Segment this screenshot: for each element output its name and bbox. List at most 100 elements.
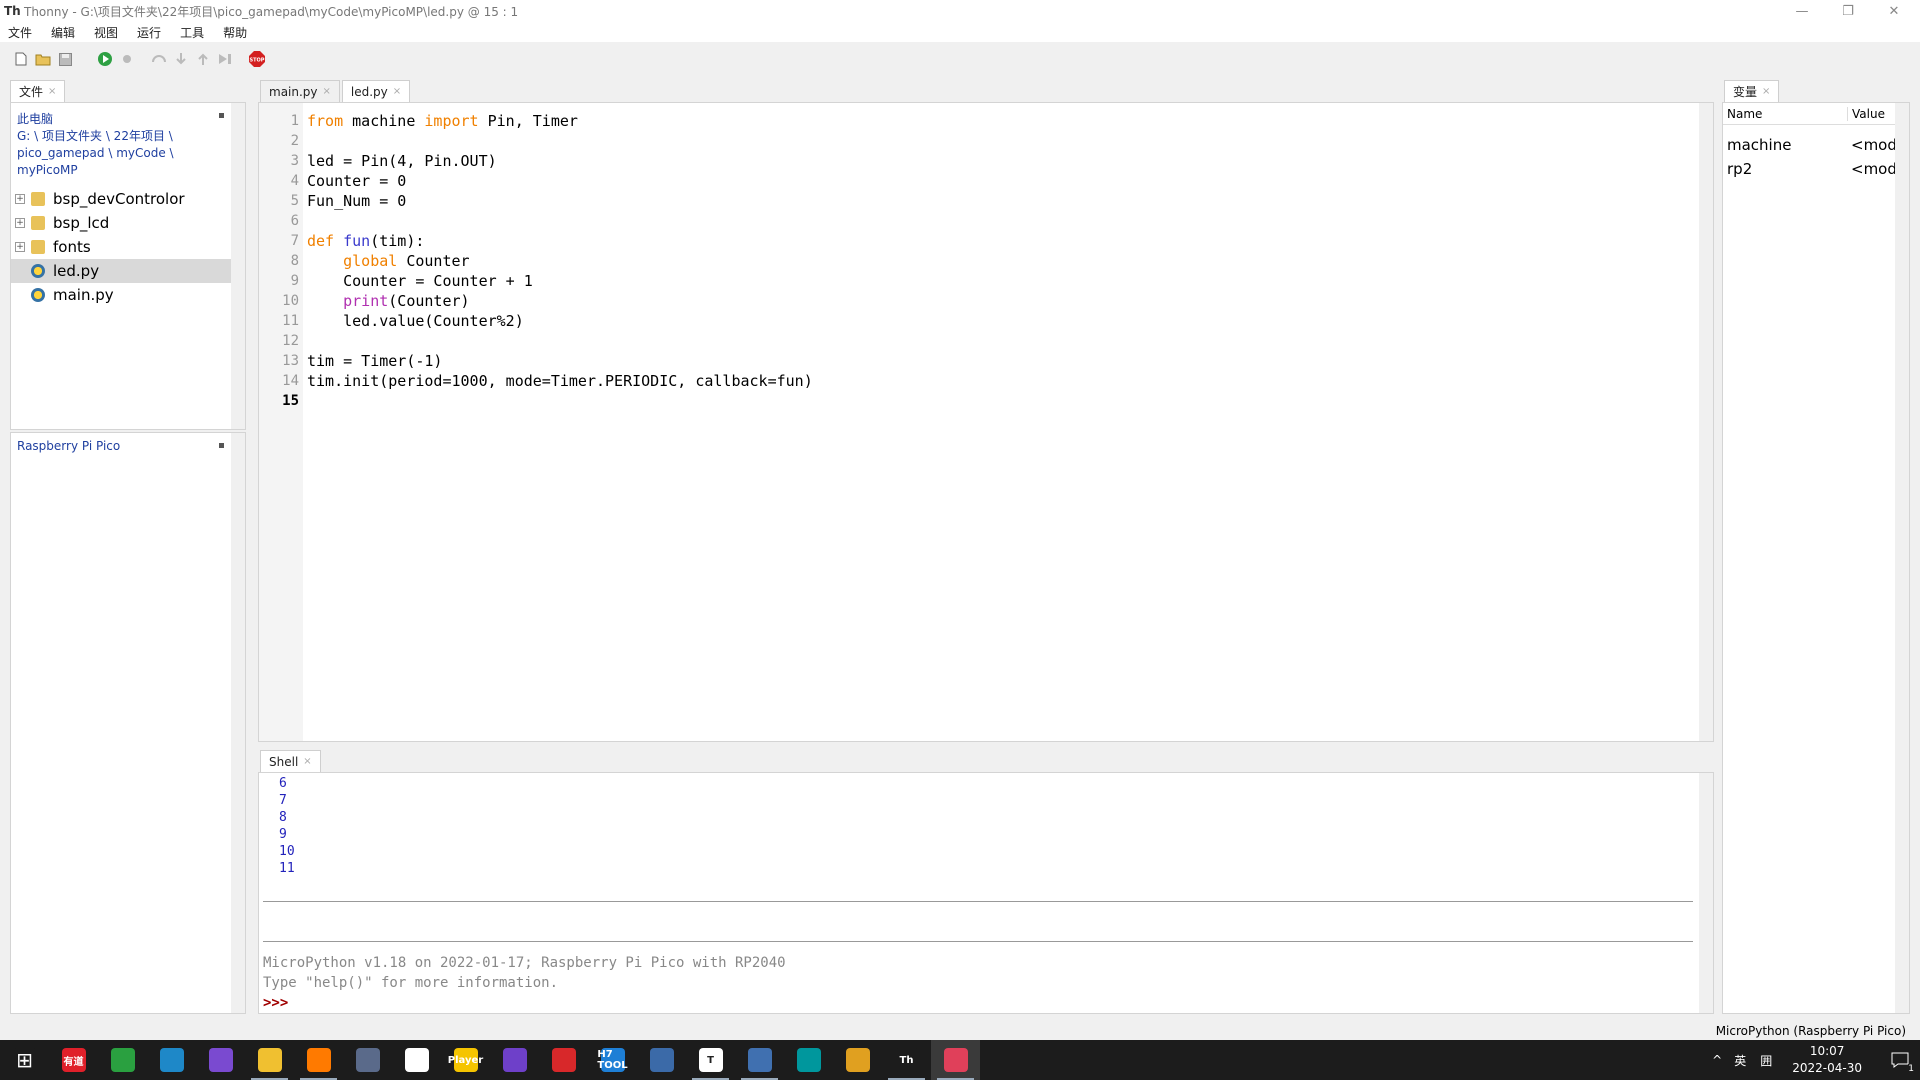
tab-shell[interactable]: Shell × [260, 750, 321, 772]
h7tool-icon[interactable]: H7 TOOL [588, 1040, 637, 1080]
tray-chevron-icon[interactable]: ^ [1712, 1053, 1722, 1067]
code-line[interactable] [307, 331, 813, 351]
files-scrollbar[interactable] [231, 103, 245, 429]
restore-button[interactable]: ❐ [1828, 0, 1868, 22]
shell-prompt[interactable]: >>> [263, 993, 786, 1013]
tree-item-folder[interactable]: + fonts [11, 235, 231, 259]
arduino-icon[interactable] [784, 1040, 833, 1080]
code-line[interactable]: tim.init(period=1000, mode=Timer.PERIODI… [307, 371, 813, 391]
panel-menu-icon[interactable] [219, 113, 224, 118]
code-line[interactable]: led = Pin(4, Pin.OUT) [307, 151, 813, 171]
expand-icon[interactable]: + [15, 194, 25, 204]
close-icon[interactable]: × [323, 86, 331, 97]
tab-variables[interactable]: 变量 × [1724, 80, 1780, 102]
tab-led-py[interactable]: led.py × [341, 80, 411, 102]
stop-icon[interactable]: STOP [248, 50, 266, 68]
line-number: 11 [282, 313, 299, 329]
code-line[interactable]: from machine import Pin, Timer [307, 111, 813, 131]
github-icon[interactable] [490, 1040, 539, 1080]
thonny-icon[interactable]: Th [882, 1040, 931, 1080]
menu-help[interactable]: 帮助 [223, 24, 247, 41]
editor-scrollbar[interactable] [1699, 103, 1713, 741]
device-label[interactable]: Raspberry Pi Pico [17, 439, 120, 453]
edge-icon[interactable] [147, 1040, 196, 1080]
code-line[interactable] [307, 131, 813, 151]
code-line[interactable] [307, 391, 813, 411]
close-icon[interactable]: × [393, 86, 401, 97]
step-out-icon[interactable] [194, 50, 212, 68]
step-into-icon[interactable] [172, 50, 190, 68]
close-icon[interactable]: × [48, 86, 56, 97]
path-line[interactable]: pico_gamepad \ myCode \ [17, 145, 174, 162]
expand-icon[interactable]: + [15, 242, 25, 252]
code-line[interactable]: Fun_Num = 0 [307, 191, 813, 211]
code-line[interactable]: print(Counter) [307, 291, 813, 311]
variables-scrollbar[interactable] [1895, 103, 1909, 1013]
chrome-icon[interactable] [833, 1040, 882, 1080]
location-label[interactable]: 此电脑 [17, 111, 174, 128]
code-line[interactable]: Counter = 0 [307, 171, 813, 191]
menu-tools[interactable]: 工具 [180, 24, 204, 41]
code-line[interactable]: tim = Timer(-1) [307, 351, 813, 371]
close-icon[interactable]: × [1762, 86, 1770, 97]
expand-icon[interactable]: + [15, 218, 25, 228]
purple-app-icon[interactable] [196, 1040, 245, 1080]
file-explorer-icon[interactable] [245, 1040, 294, 1080]
device-scrollbar[interactable] [231, 433, 245, 1013]
debug-icon[interactable] [118, 50, 136, 68]
var-name[interactable]: rp2 [1727, 157, 1791, 181]
ime-indicator[interactable]: 英 [1734, 1052, 1746, 1069]
serial-tool-icon[interactable] [637, 1040, 686, 1080]
panel-menu-icon[interactable] [219, 443, 224, 448]
col-name[interactable]: Name [1727, 107, 1762, 121]
open-folder-icon[interactable] [34, 50, 52, 68]
file-path-breadcrumb[interactable]: 此电脑 G: \ 项目文件夹 \ 22年项目 \ pico_gamepad \ … [17, 111, 174, 179]
search-app-icon[interactable] [294, 1040, 343, 1080]
code-line[interactable]: led.value(Counter%2) [307, 311, 813, 331]
col-value[interactable]: Value [1847, 107, 1885, 121]
baidu-netdisk-icon[interactable] [392, 1040, 441, 1080]
close-button[interactable]: ✕ [1874, 0, 1914, 22]
calculator-icon[interactable] [343, 1040, 392, 1080]
tab-files[interactable]: 文件 × [10, 80, 66, 102]
save-icon[interactable] [56, 50, 74, 68]
clock[interactable]: 10:07 2022-04-30 [1792, 1043, 1862, 1077]
potplayer-icon[interactable]: Player [441, 1040, 490, 1080]
code-line[interactable]: global Counter [307, 251, 813, 271]
start-icon[interactable]: ⊞ [0, 1040, 49, 1080]
red-app-icon[interactable] [539, 1040, 588, 1080]
menu-file[interactable]: 文件 [8, 24, 32, 41]
tree-item-file[interactable]: main.py [11, 283, 231, 307]
path-line[interactable]: myPicoMP [17, 162, 174, 179]
code-editor[interactable]: 1 2 3 4 5 6 7 8 9 10 11 12 13 14 15 from machine impor… [258, 102, 1714, 742]
menu-view[interactable]: 视图 [94, 24, 118, 41]
code-line[interactable]: Counter = Counter + 1 [307, 271, 813, 291]
menu-edit[interactable]: 编辑 [51, 24, 75, 41]
new-file-icon[interactable] [12, 50, 30, 68]
code-line[interactable]: def fun(tim): [307, 231, 813, 251]
code-line[interactable] [307, 211, 813, 231]
tree-item-folder[interactable]: + bsp_devControlor [11, 187, 231, 211]
screen-record-icon[interactable] [931, 1040, 980, 1080]
step-over-icon[interactable] [150, 50, 168, 68]
shell-panel[interactable]: 6 7 8 9 10 11 MicroPython v1.18 on 2022-… [258, 772, 1714, 1014]
youdao-icon[interactable]: 有道 [49, 1040, 98, 1080]
interpreter-status[interactable]: MicroPython (Raspberry Pi Pico) [1716, 1024, 1906, 1038]
menu-run[interactable]: 运行 [137, 24, 161, 41]
run-icon[interactable] [96, 50, 114, 68]
360-icon[interactable] [98, 1040, 147, 1080]
tree-item-folder[interactable]: + bsp_lcd [11, 211, 231, 235]
tab-main-py[interactable]: main.py × [260, 80, 340, 102]
remote-icon[interactable] [735, 1040, 784, 1080]
var-name[interactable]: machine [1727, 133, 1791, 157]
tree-item-file-selected[interactable]: led.py [11, 259, 231, 283]
path-line[interactable]: G: \ 项目文件夹 \ 22年项目 \ [17, 128, 174, 145]
close-icon[interactable]: × [303, 756, 311, 767]
shell-scrollbar[interactable] [1699, 773, 1713, 1013]
ime-mode-icon[interactable]: 囲 [1760, 1052, 1772, 1069]
code-text[interactable]: from machine import Pin, Timer led = Pin(… [307, 111, 813, 411]
notification-center-icon[interactable]: 1 [1880, 1040, 1920, 1080]
minimize-button[interactable]: — [1782, 0, 1822, 22]
resume-icon[interactable] [216, 50, 234, 68]
typora-icon[interactable]: T [686, 1040, 735, 1080]
